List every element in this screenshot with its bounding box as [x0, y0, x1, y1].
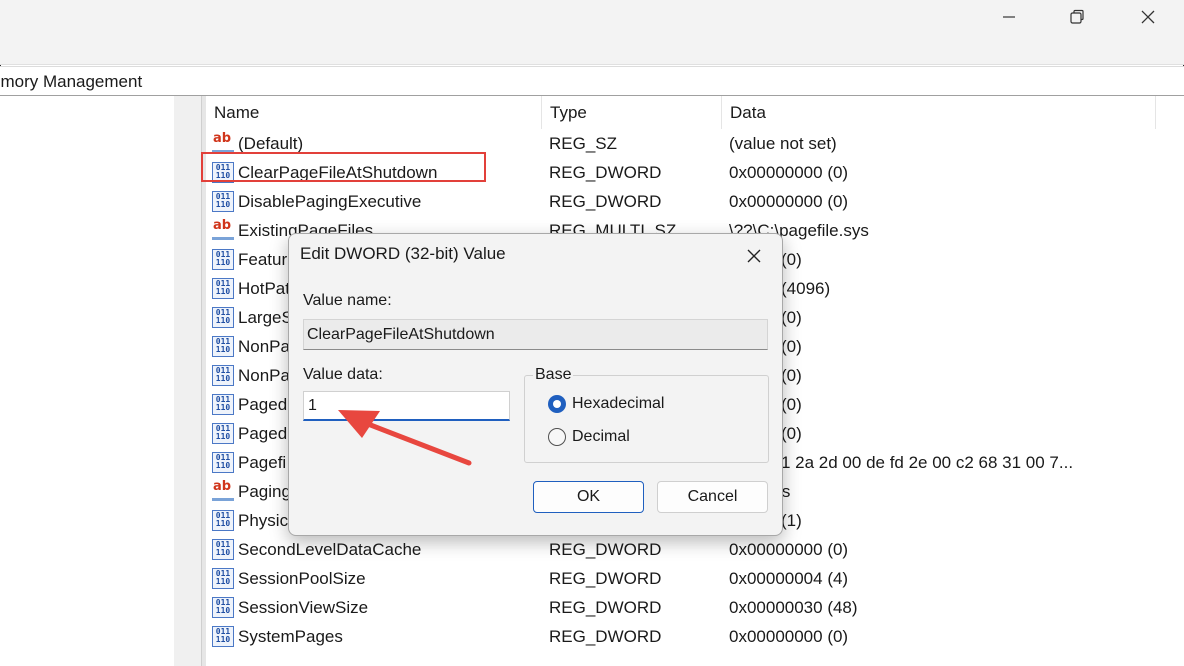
value-name: Paged: [238, 395, 288, 414]
address-bar[interactable]: emory Management: [0, 66, 1184, 96]
column-header-type[interactable]: Type: [542, 96, 722, 129]
restore-button[interactable]: [1054, 0, 1100, 34]
column-header-data-label: Data: [730, 103, 766, 122]
value-type: REG_DWORD: [549, 540, 662, 559]
column-header-name-label: Name: [214, 103, 260, 122]
dword-value-icon: 011 110: [212, 394, 234, 415]
value-data-input[interactable]: 1: [303, 391, 510, 421]
value-data: (value not set): [729, 134, 837, 153]
dword-value-icon: 011 110: [212, 423, 234, 444]
title-bar: [0, 0, 1184, 34]
value-name: LargeS: [238, 308, 293, 327]
dword-value-icon: 011 110: [212, 452, 234, 473]
value-name: NonPa: [238, 366, 290, 385]
tree-scrollbar[interactable]: [174, 96, 201, 666]
value-name-label: Value name:: [303, 292, 392, 309]
close-icon: [1141, 10, 1155, 24]
hexadecimal-radio[interactable]: [548, 395, 566, 413]
dword-value-icon: 011 110: [212, 626, 234, 647]
column-header-data[interactable]: Data: [722, 96, 1156, 129]
column-header-type-label: Type: [550, 103, 587, 122]
dword-value-icon: 011 110: [212, 597, 234, 618]
base-group: [524, 375, 769, 463]
value-name: SystemPages: [238, 627, 343, 646]
restore-icon: [1070, 9, 1084, 24]
value-row[interactable]: 011 110 SystemPages REG_DWORD 0x00000000 (0): [206, 622, 1184, 651]
decimal-radio[interactable]: [548, 428, 566, 446]
value-type: REG_DWORD: [549, 627, 662, 646]
value-name: DisablePagingExecutive: [238, 192, 422, 211]
value-name: SessionViewSize: [238, 598, 369, 617]
value-name: Paged: [238, 424, 288, 443]
dword-value-icon: 011 110: [212, 365, 234, 386]
value-row[interactable]: 011 110 DisablePagingExecutive REG_DWORD 0x0…: [206, 187, 1184, 216]
annotation-highlight-box: [201, 152, 486, 182]
value-name: Pagefi: [238, 453, 287, 472]
string-value-icon: ab: [212, 480, 234, 502]
cancel-button[interactable]: Cancel: [657, 481, 768, 513]
edit-dword-dialog: Edit DWORD (32-bit) Value Value name: Cl…: [288, 233, 783, 536]
value-row[interactable]: 011 110 SessionPoolSize REG_DWORD 0x00000004…: [206, 564, 1184, 593]
value-data: 0x00000000 (0): [729, 163, 849, 182]
value-type: REG_DWORD: [549, 163, 662, 182]
value-data: 0x00000000 (0): [729, 192, 849, 211]
value-name: Paging: [238, 482, 291, 501]
dword-value-icon: 011 110: [212, 191, 234, 212]
value-name: Physic: [238, 511, 289, 530]
close-window-button[interactable]: [1125, 0, 1171, 34]
decimal-label[interactable]: Decimal: [572, 428, 630, 446]
value-data: 0x00000000 (0): [729, 627, 849, 646]
value-data-label: Value data:: [303, 366, 383, 383]
dialog-close-button[interactable]: [737, 242, 771, 270]
value-type: REG_DWORD: [549, 192, 662, 211]
hexadecimal-label[interactable]: Hexadecimal: [572, 395, 664, 413]
address-path: emory Management: [0, 72, 143, 91]
dword-value-icon: 011 110: [212, 278, 234, 299]
value-name: Featur: [238, 250, 288, 269]
dword-value-icon: 011 110: [212, 539, 234, 560]
value-type: REG_DWORD: [549, 598, 662, 617]
dword-value-icon: 011 110: [212, 249, 234, 270]
value-type: REG_DWORD: [549, 569, 662, 588]
value-type: REG_SZ: [549, 134, 618, 153]
value-name: SecondLevelDataCache: [238, 540, 422, 559]
value-name-field[interactable]: ClearPageFileAtShutdown: [303, 319, 768, 350]
dialog-title: Edit DWORD (32-bit) Value: [300, 244, 506, 263]
column-header-name[interactable]: Name: [206, 96, 542, 129]
dword-value-icon: 011 110: [212, 510, 234, 531]
dword-value-icon: 011 110: [212, 336, 234, 357]
string-value-icon: ab: [212, 132, 234, 154]
close-icon: [747, 249, 761, 263]
value-row[interactable]: 011 110 SecondLevelDataCache REG_DWORD 0x000…: [206, 535, 1184, 564]
dword-value-icon: 011 110: [212, 307, 234, 328]
value-data: 0x00000000 (0): [729, 540, 849, 559]
key-tree-pane[interactable]: [0, 96, 174, 666]
value-name: SessionPoolSize: [238, 569, 366, 588]
value-data: 0x00000030 (48): [729, 598, 858, 617]
minimize-icon: [1003, 16, 1015, 18]
value-row[interactable]: 011 110 SessionViewSize REG_DWORD 0x00000030…: [206, 593, 1184, 622]
value-data: 0x00000004 (4): [729, 569, 849, 588]
ok-button[interactable]: OK: [533, 481, 644, 513]
menu-bar: [0, 34, 1184, 65]
dword-value-icon: 011 110: [212, 568, 234, 589]
base-group-label: Base: [533, 366, 574, 384]
string-value-icon: ab: [212, 219, 234, 241]
value-name: HotPat: [238, 279, 290, 298]
minimize-button[interactable]: [986, 0, 1032, 34]
